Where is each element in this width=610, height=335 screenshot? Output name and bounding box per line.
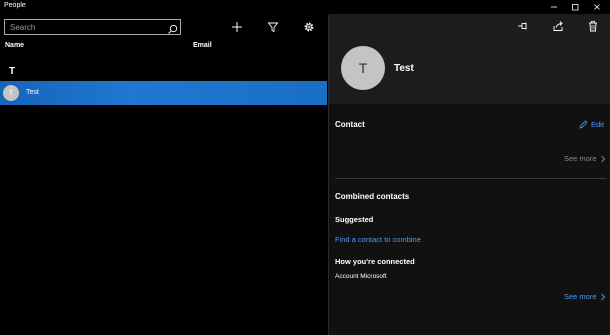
- chevron-right-icon: [600, 293, 605, 300]
- contact-display-name: Test: [394, 63, 414, 74]
- connected-see-more-button[interactable]: See more: [564, 292, 606, 301]
- contact-header: T Test: [329, 14, 610, 104]
- app-title: People: [4, 2, 26, 9]
- connected-account: Account Microsoft: [335, 273, 387, 280]
- contact-section-heading: Contact: [335, 120, 365, 129]
- pin-button[interactable]: [516, 19, 530, 33]
- filter-button[interactable]: [265, 19, 281, 35]
- maximize-icon: [572, 4, 579, 11]
- search-button[interactable]: [167, 22, 178, 34]
- share-button[interactable]: [551, 19, 565, 33]
- contact-list-pane: Name Email T T Test: [0, 14, 327, 335]
- close-icon: [594, 4, 600, 10]
- plus-icon: [232, 22, 242, 32]
- contact-see-more-button[interactable]: See more: [564, 154, 606, 163]
- share-icon: [553, 21, 563, 31]
- minimize-button[interactable]: [543, 0, 565, 14]
- pin-icon: [518, 22, 527, 30]
- see-more-label: See more: [564, 292, 597, 301]
- edit-label: Edit: [591, 120, 604, 129]
- title-bar: People: [0, 0, 610, 14]
- edit-button[interactable]: Edit: [579, 120, 604, 129]
- delete-button[interactable]: [586, 19, 600, 33]
- delete-icon: [589, 20, 597, 32]
- column-header-email[interactable]: Email: [193, 42, 212, 49]
- search-icon: [168, 24, 178, 34]
- contact-avatar[interactable]: T: [341, 46, 385, 90]
- see-more-label: See more: [564, 154, 597, 163]
- gear-icon: [304, 22, 314, 32]
- settings-button[interactable]: [301, 19, 317, 35]
- pencil-icon: [579, 120, 588, 129]
- close-button[interactable]: [586, 0, 608, 14]
- find-contact-link[interactable]: Find a contact to combine: [335, 235, 421, 244]
- search-input[interactable]: [5, 20, 165, 34]
- avatar: T: [3, 85, 19, 101]
- column-header-name[interactable]: Name: [5, 42, 24, 49]
- search-box: [4, 19, 181, 35]
- minimize-icon: [551, 6, 557, 8]
- group-letter-header[interactable]: T: [9, 66, 15, 77]
- chevron-right-icon: [600, 155, 605, 162]
- contact-detail-pane: T Test Contact Edit See more Combined co…: [328, 14, 610, 335]
- connected-heading: How you're connected: [335, 257, 415, 266]
- contact-name: Test: [26, 89, 39, 96]
- contact-row-selected[interactable]: T Test: [0, 81, 327, 105]
- maximize-button[interactable]: [564, 0, 586, 14]
- section-divider: [335, 178, 606, 179]
- suggested-heading: Suggested: [335, 215, 374, 224]
- filter-icon: [267, 22, 279, 33]
- add-contact-button[interactable]: [229, 19, 245, 35]
- combined-contacts-heading: Combined contacts: [335, 192, 410, 201]
